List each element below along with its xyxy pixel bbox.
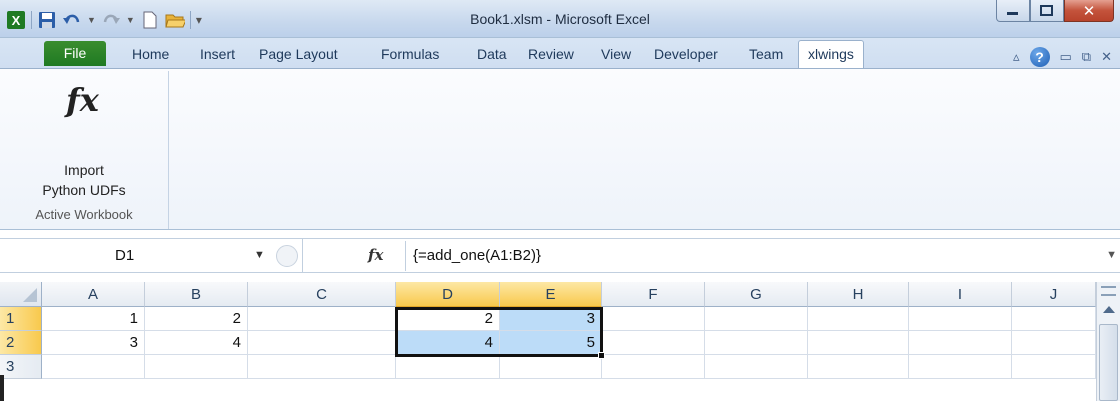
cell-e2[interactable]: 5 xyxy=(500,331,602,355)
select-all-corner[interactable] xyxy=(0,282,42,307)
tab-insert[interactable]: Insert xyxy=(200,46,235,62)
tab-home[interactable]: Home xyxy=(132,46,169,62)
window-title: Book1.xlsm - Microsoft Excel xyxy=(470,11,650,27)
row-header-2[interactable]: 2 xyxy=(0,331,42,355)
split-box-icon[interactable] xyxy=(1101,286,1116,296)
cell-e1[interactable]: 3 xyxy=(500,307,602,331)
cell-a3[interactable] xyxy=(42,355,145,379)
column-header-i[interactable]: I xyxy=(909,282,1012,307)
cell-d2[interactable]: 4 xyxy=(396,331,500,355)
cell-h2[interactable] xyxy=(808,331,909,355)
minimize-icon[interactable] xyxy=(996,0,1030,22)
cell-j2[interactable] xyxy=(1012,331,1096,355)
formula-input[interactable]: {=add_one(A1:B2)} xyxy=(413,247,541,264)
column-header-j[interactable]: J xyxy=(1012,282,1096,307)
cell-i1[interactable] xyxy=(909,307,1012,331)
column-header-a[interactable]: A xyxy=(42,282,145,307)
tab-developer[interactable]: Developer xyxy=(654,46,718,62)
window-controls: ✕ xyxy=(996,0,1114,22)
vertical-scrollbar[interactable] xyxy=(1096,282,1120,401)
column-header-d[interactable]: D xyxy=(396,282,500,307)
cell-f3[interactable] xyxy=(602,355,705,379)
cell-a1[interactable]: 1 xyxy=(42,307,145,331)
tab-data[interactable]: Data xyxy=(477,46,507,62)
formula-bar: D1 ▼ fx {=add_one(A1:B2)} ▼ xyxy=(0,238,1120,273)
cell-d1[interactable]: 2 xyxy=(396,307,500,331)
close-icon[interactable]: ✕ xyxy=(1064,0,1114,22)
tab-review[interactable]: Review xyxy=(528,46,574,62)
formula-bar-resize-icon[interactable] xyxy=(276,245,298,267)
name-box[interactable]: D1 ▼ xyxy=(0,239,303,273)
name-box-dropdown-icon[interactable]: ▼ xyxy=(254,249,265,261)
close-doc-icon[interactable]: ✕ xyxy=(1101,49,1112,65)
formula-divider xyxy=(405,241,406,271)
cell-b2[interactable]: 4 xyxy=(145,331,248,355)
column-header-h[interactable]: H xyxy=(808,282,909,307)
row-header-1[interactable]: 1 xyxy=(0,307,42,331)
cell-i3[interactable] xyxy=(909,355,1012,379)
cell-f1[interactable] xyxy=(602,307,705,331)
scrollbar-thumb[interactable] xyxy=(1099,324,1118,401)
cell-b3[interactable] xyxy=(145,355,248,379)
cell-j3[interactable] xyxy=(1012,355,1096,379)
cell-h3[interactable] xyxy=(808,355,909,379)
ribbon-right-controls: ▵ ? ▭ ⧉ ✕ xyxy=(1013,47,1112,67)
restore-doc-icon[interactable]: ⧉ xyxy=(1082,49,1091,65)
tab-formulas[interactable]: Formulas xyxy=(381,46,439,62)
ribbon-tabs: File Home Insert Page Layout Formulas Da… xyxy=(0,38,1120,68)
cell-c2[interactable] xyxy=(248,331,396,355)
tab-page-layout[interactable]: Page Layout xyxy=(259,46,338,62)
tab-team[interactable]: Team xyxy=(749,46,783,62)
group-label: Active Workbook xyxy=(35,207,133,222)
cell-i2[interactable] xyxy=(909,331,1012,355)
window-edge-marker xyxy=(0,375,4,401)
scroll-up-icon[interactable] xyxy=(1103,306,1115,313)
minimize-ribbon-icon[interactable]: ▵ xyxy=(1013,49,1020,65)
column-header-f[interactable]: F xyxy=(602,282,705,307)
column-header-g[interactable]: G xyxy=(705,282,808,307)
ribbon-group-active-workbook: fx Import Python UDFs Active Workbook xyxy=(0,71,169,229)
tab-view[interactable]: View xyxy=(601,46,631,62)
column-header-c[interactable]: C xyxy=(248,282,396,307)
cell-j1[interactable] xyxy=(1012,307,1096,331)
help-icon[interactable]: ? xyxy=(1029,47,1050,67)
title-bar: X ▼ ▼ ▾ Book1.xlsm - Microsoft Excel ✕ xyxy=(0,0,1120,38)
worksheet-grid: A B C D E F G H I J 1 2 3 1 2 2 3 3 4 4 … xyxy=(0,282,1120,401)
tab-xlwings[interactable]: xlwings xyxy=(798,40,864,68)
function-icon: fx xyxy=(66,81,99,119)
import-button-label-line1: Import xyxy=(64,162,104,178)
cell-g3[interactable] xyxy=(705,355,808,379)
cell-e3[interactable] xyxy=(500,355,602,379)
import-button-label-line2: Python UDFs xyxy=(42,182,126,198)
restore-window-icon[interactable]: ▭ xyxy=(1060,49,1072,65)
insert-function-icon[interactable]: fx xyxy=(368,246,383,264)
cell-f2[interactable] xyxy=(602,331,705,355)
ribbon-body: fx Import Python UDFs Active Workbook xyxy=(0,68,1120,230)
row-header-3[interactable]: 3 xyxy=(0,355,42,379)
expand-formula-bar-icon[interactable]: ▼ xyxy=(1106,249,1117,261)
cell-h1[interactable] xyxy=(808,307,909,331)
column-header-b[interactable]: B xyxy=(145,282,248,307)
cell-g1[interactable] xyxy=(705,307,808,331)
import-python-udfs-button[interactable]: fx xyxy=(20,71,148,199)
column-header-e[interactable]: E xyxy=(500,282,602,307)
cell-g2[interactable] xyxy=(705,331,808,355)
fill-handle[interactable] xyxy=(598,352,605,359)
cell-c1[interactable] xyxy=(248,307,396,331)
cell-b1[interactable]: 2 xyxy=(145,307,248,331)
maximize-icon[interactable] xyxy=(1030,0,1064,22)
tab-file[interactable]: File xyxy=(44,41,106,66)
cell-c3[interactable] xyxy=(248,355,396,379)
cell-d3[interactable] xyxy=(396,355,500,379)
cell-a2[interactable]: 3 xyxy=(42,331,145,355)
name-box-value: D1 xyxy=(115,247,135,264)
